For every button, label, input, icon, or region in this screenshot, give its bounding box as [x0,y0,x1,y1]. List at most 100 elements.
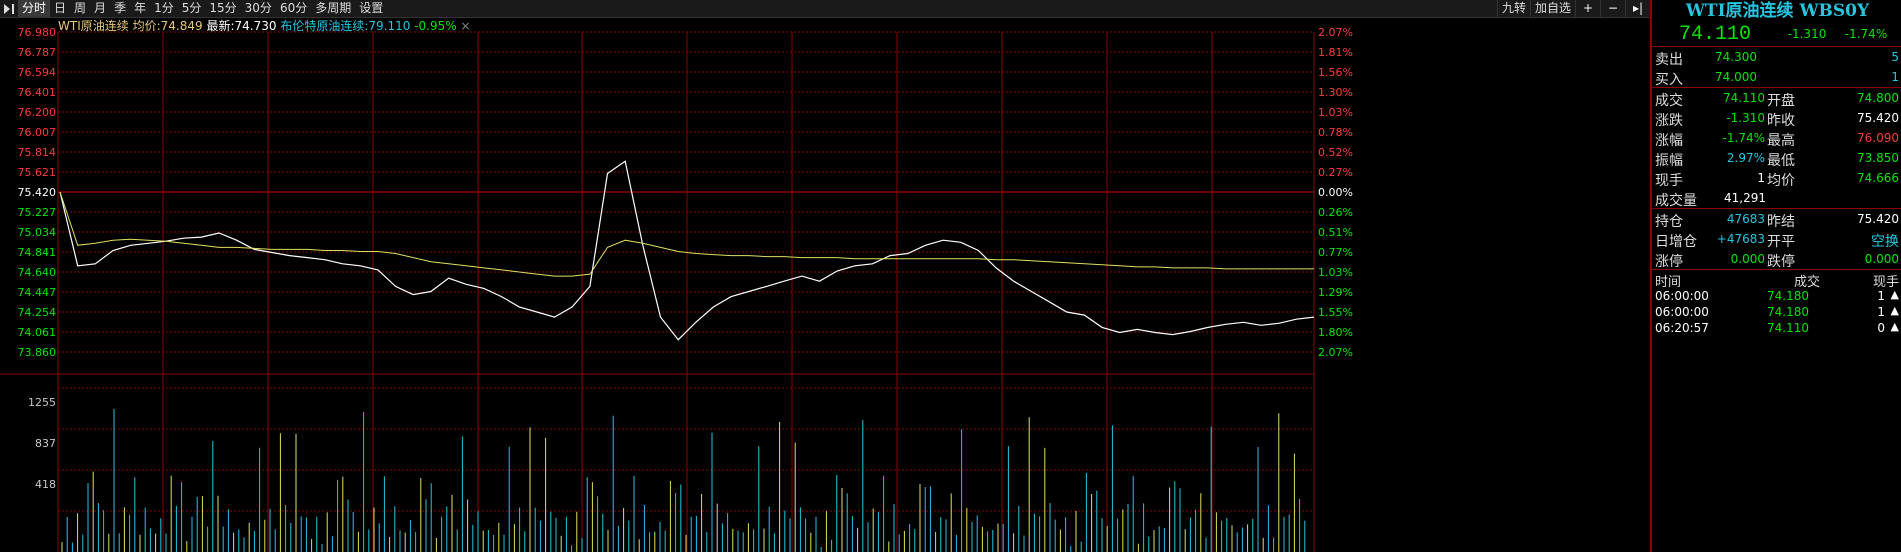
stat-label: 振幅 [1655,153,1683,169]
price-axis-label: 74.061 [18,326,57,339]
stat-value: 74.800 [1857,91,1899,105]
stat-value: 76.090 [1857,131,1899,145]
price-axis-label: 75.814 [18,146,57,159]
price-axis-label: 76.007 [18,126,57,139]
stat-value: 2.97% [1726,151,1765,165]
stat-label: 最高 [1767,133,1795,149]
header-info-part: WTI原油连续 [58,18,129,33]
ask-volume: 5 [1891,50,1899,64]
trade-price: 74.110 [1767,321,1809,335]
limit-down-value: 0.000 [1864,252,1899,266]
period-tabs: 分时日周月季年 1分 5分 15分 30分 60分 多周期 设置 [18,0,387,17]
pct-axis-label: 1.55% [1318,306,1353,319]
header-info-part: 布伦特原油连续: [280,18,368,33]
tab-period[interactable]: 季 [110,0,130,17]
bid-volume: 1 [1891,70,1899,84]
tab-period[interactable]: 日 [50,0,70,17]
plus-icon[interactable]: + [1575,0,1600,17]
header-info-part: -0.95% [414,19,456,33]
trades-list[interactable]: 06:00:00 74.180 1 ▲ 06:00:00 74.180 1 ▲ 06:20:57… [1652,288,1901,336]
ask-row[interactable]: 卖出 74.300 5 [1652,47,1901,68]
position-section: 持仓 47683 昨结 75.420 日增仓 +47683 开平 空换 涨停 0… [1652,209,1901,270]
stat-label: 成交 [1655,93,1683,109]
intraday-chart[interactable]: WTI原油连续 均价:74.849 最新:74.730 布伦特原油连续:79.1… [0,18,1650,552]
minus-icon[interactable]: − [1600,0,1625,17]
price-axis-label: 74.841 [18,246,57,259]
tab-period[interactable]: 周 [70,0,90,17]
stat-label: 开盘 [1767,93,1795,109]
price-change: -1.310 [1787,27,1827,41]
price-header: 74.110 -1.310 -1.74% [1652,22,1901,47]
oi-row: 持仓 47683 昨结 75.420 [1652,209,1901,230]
stat-label: 涨跌 [1655,113,1683,129]
open-close-value: 空换 [1871,234,1899,250]
pct-axis-label: 0.78% [1318,126,1353,139]
tab-period[interactable]: 多周期 [311,0,355,17]
oi-change-row: 日增仓 +47683 开平 空换 [1652,229,1901,250]
period-toolbar: 分时日周月季年 1分 5分 15分 30分 60分 多周期 设置 九转 加自选 + − ▸| [0,0,1650,18]
pct-axis-label: 1.03% [1318,106,1353,119]
collapse-left-icon[interactable] [0,0,18,17]
collapse-right-icon[interactable]: ▸| [1625,0,1650,17]
header-info-part: × [460,19,470,33]
tab-period[interactable]: 15分 [205,0,240,17]
stat-label: 昨收 [1767,113,1795,129]
stat-label: 涨幅 [1655,133,1683,149]
up-arrow-icon: ▲ [1890,288,1899,301]
pct-axis-label: 1.80% [1318,326,1353,339]
bid-row[interactable]: 买入 74.000 1 [1652,67,1901,88]
up-arrow-icon: ▲ [1890,320,1899,333]
stat-row: 成交 74.110 开盘 74.800 [1652,88,1901,109]
price-axis-label: 76.594 [18,66,57,79]
trade-time: 06:00:00 [1655,305,1709,319]
price-axis-label: 75.420 [18,186,57,199]
price-axis-label: 75.034 [18,226,57,239]
price-axis-label: 75.621 [18,166,57,179]
instrument-title: WTI原油连续 WBS0Y [1685,1,1870,21]
bid-label: 买入 [1655,72,1683,88]
pct-axis-label: 1.30% [1318,86,1353,99]
trade-row: 06:20:57 74.110 0 ▲ [1652,320,1901,336]
nine-turn-button[interactable]: 九转 [1496,0,1530,17]
tab-period[interactable]: 年 [130,0,150,17]
pct-axis-label: 0.26% [1318,206,1353,219]
volume-axis-label: 418 [35,478,56,491]
stat-value: 73.850 [1857,151,1899,165]
trade-qty: 1 [1877,305,1885,319]
tab-period[interactable]: 1分 [150,0,178,17]
pct-axis-label: 0.52% [1318,146,1353,159]
oi-label: 持仓 [1655,214,1683,230]
limit-down-label: 跌停 [1767,254,1795,270]
add-watchlist-button[interactable]: 加自选 [1529,0,1575,17]
tab-period[interactable]: 5分 [178,0,206,17]
header-info-part: 74.730 [235,19,277,33]
pct-axis-label: 1.56% [1318,66,1353,79]
tab-period[interactable]: 设置 [355,0,387,17]
volume-row: 成交量 41,291 [1652,188,1901,209]
limit-up-label: 涨停 [1655,254,1683,270]
ask-price: 74.300 [1715,50,1757,64]
stat-value: -1.310 [1726,111,1765,125]
header-info-part: 最新: [206,18,234,33]
volume-axis-label: 1255 [28,396,56,409]
volume-axis-label: 837 [35,437,56,450]
pct-axis-label: 1.29% [1318,286,1353,299]
ask-label: 卖出 [1655,52,1683,68]
stat-label: 最低 [1767,153,1795,169]
tab-period[interactable]: 60分 [276,0,311,17]
pct-axis-label: 0.77% [1318,246,1353,259]
trade-price: 74.180 [1767,289,1809,303]
oi-change-value: +47683 [1716,232,1765,246]
trade-price: 74.180 [1767,305,1809,319]
stat-value: 75.420 [1857,111,1899,125]
price-axis-label: 74.640 [18,266,57,279]
pct-axis-label: 0.00% [1318,186,1353,199]
bid-price: 74.000 [1715,70,1757,84]
quote-panel: WTI原油连续 WBS0Y 74.110 -1.310 -1.74% 卖出 74… [1650,0,1901,552]
header-info-part: 79.110 [368,19,410,33]
tab-period[interactable]: 月 [90,0,110,17]
trade-time: 06:20:57 [1655,321,1709,335]
tab-period[interactable]: 分时 [18,0,51,17]
tab-period[interactable]: 30分 [241,0,276,17]
stat-row: 涨跌 -1.310 昨收 75.420 [1652,108,1901,129]
